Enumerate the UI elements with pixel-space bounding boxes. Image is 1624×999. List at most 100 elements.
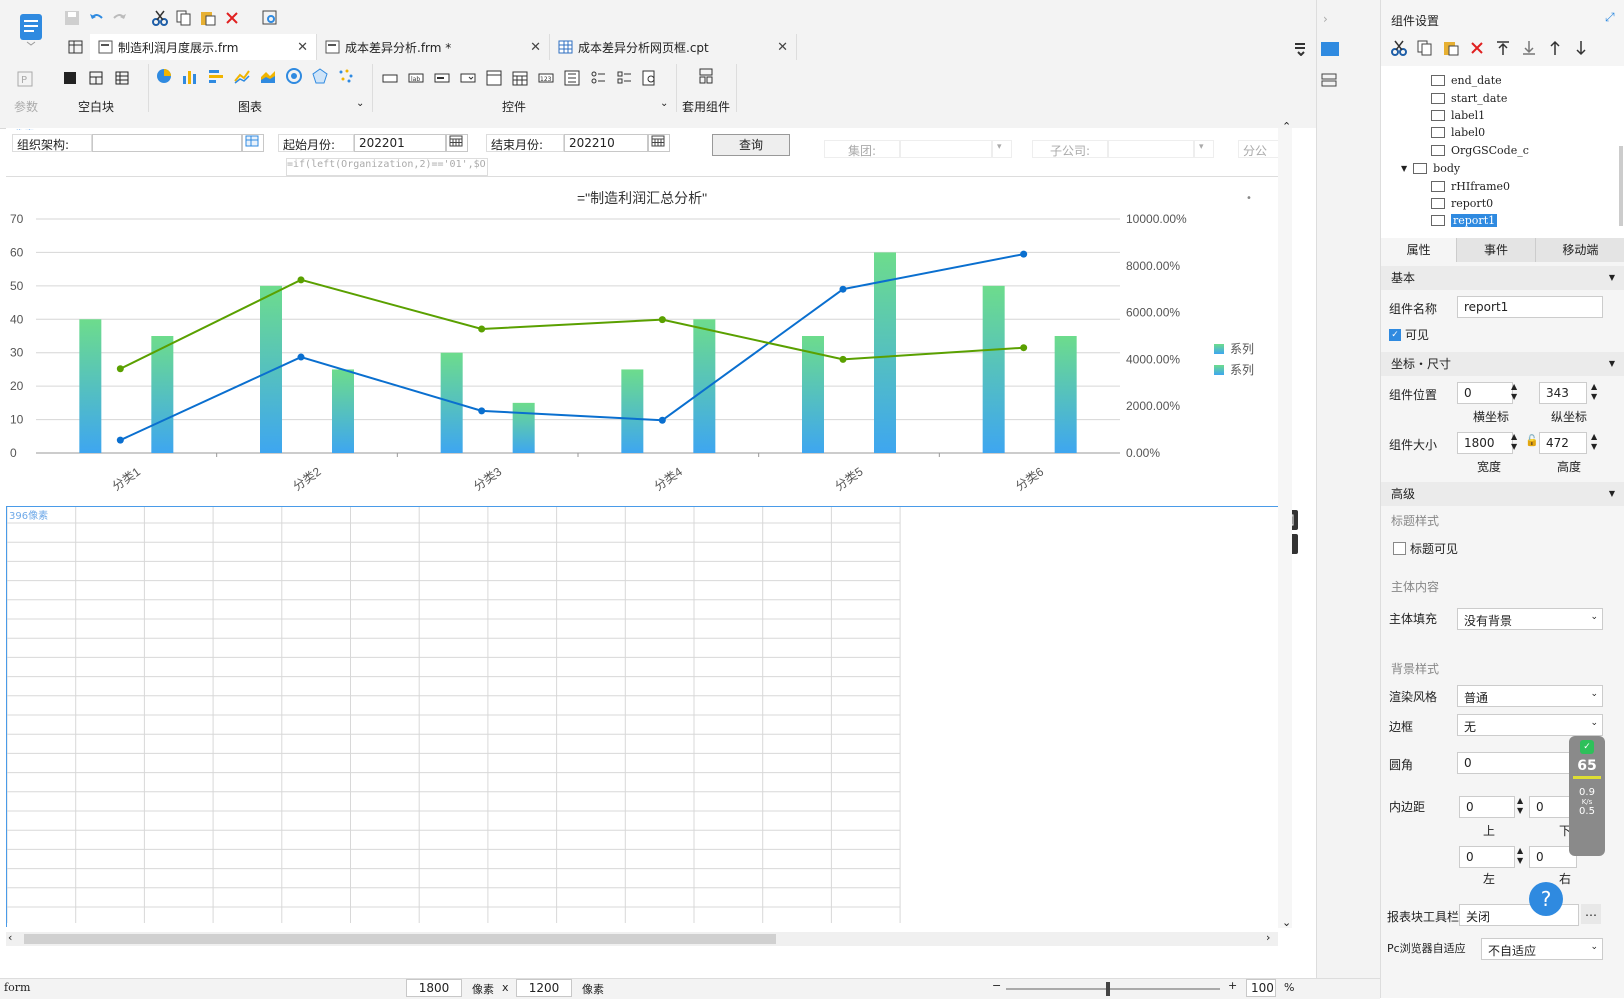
paste-icon[interactable]	[1443, 40, 1459, 56]
main-fill-select[interactable]: 没有背景 ⌄	[1457, 608, 1603, 630]
cut-icon[interactable]	[1391, 40, 1407, 56]
gauge-chart-icon[interactable]	[286, 68, 302, 84]
number-widget-icon[interactable]	[434, 70, 450, 86]
dropdown-arrow-icon[interactable]: ⌄	[1590, 718, 1598, 728]
tab-file-3[interactable]: 成本差异分析网页框.cpt ✕	[550, 34, 797, 60]
pos-y-spinner-icon[interactable]: ▲ ▼	[1591, 382, 1597, 402]
preview-icon[interactable]	[262, 10, 278, 26]
collapse-icon[interactable]: ▼	[1609, 482, 1615, 506]
redo-icon[interactable]	[112, 10, 128, 26]
tree-item-report1[interactable]: report1	[1431, 214, 1498, 227]
param-icon[interactable]: P	[16, 70, 40, 90]
combobox-widget-icon[interactable]	[460, 70, 476, 86]
title-visible-checkbox[interactable]	[1393, 542, 1406, 555]
zoom-out-icon[interactable]: −	[992, 979, 1001, 992]
date-widget-icon[interactable]	[512, 70, 528, 86]
start-month-input[interactable]: 202201	[354, 134, 446, 152]
close-tab-icon[interactable]: ✕	[530, 40, 541, 55]
move-top-icon[interactable]	[1495, 40, 1511, 56]
horizontal-scroll-thumb[interactable]	[24, 934, 776, 944]
radar-chart-icon[interactable]	[312, 68, 328, 84]
subsidiary-combo[interactable]	[1108, 140, 1194, 158]
expand-arrow-icon[interactable]: ▼	[1401, 164, 1407, 173]
canvas-height-input[interactable]: 1200	[516, 979, 572, 997]
widget-more-icon[interactable]: ⌄	[660, 98, 668, 109]
vertical-scrollbar[interactable]	[1278, 128, 1292, 928]
height-input[interactable]: 472	[1539, 432, 1587, 454]
end-calendar-icon[interactable]	[648, 134, 670, 152]
render-style-select[interactable]: 普通 ⌄	[1457, 685, 1603, 707]
scroll-down-icon[interactable]: ⌄	[1282, 916, 1291, 929]
section-basic[interactable]: 基本 ▼	[1381, 266, 1624, 290]
tree-item-orggscode[interactable]: OrgGSCode_c	[1431, 144, 1529, 157]
pad-top-spinner-icon[interactable]: ▲ ▼	[1517, 796, 1523, 816]
tree-item-end-date[interactable]: end_date	[1431, 74, 1502, 87]
app-menu-icon[interactable]	[18, 12, 44, 46]
tab-block-icon[interactable]	[88, 70, 104, 86]
report0-chart[interactable]: ="制造利润汇总分析" 0 10 20 30 40 50 60 70 0.00% 2000.00% 4…	[6, 176, 1278, 507]
more-options-icon[interactable]: …	[1581, 904, 1601, 924]
canvas-width-input[interactable]: 1800	[406, 979, 462, 997]
start-calendar-icon[interactable]	[446, 134, 468, 152]
template-component-icon[interactable]	[698, 68, 714, 84]
zoom-slider[interactable]	[1006, 988, 1220, 990]
tree-item-label1[interactable]: label1	[1431, 109, 1485, 122]
component-settings-icon[interactable]	[1321, 42, 1339, 56]
org-tree-button[interactable]	[242, 134, 264, 152]
tree-item-rhiframe0[interactable]: rHIframe0	[1431, 180, 1510, 193]
dropdown-arrow-icon[interactable]: ⌄	[1590, 689, 1598, 699]
pin-icon[interactable]: ⤢	[1605, 10, 1615, 25]
width-spinner-icon[interactable]: ▲ ▼	[1511, 432, 1517, 452]
copy-icon[interactable]	[176, 10, 192, 26]
end-month-input[interactable]: 202210	[564, 134, 648, 152]
move-bottom-icon[interactable]	[1521, 40, 1537, 56]
pos-x-input[interactable]: 0	[1457, 382, 1513, 404]
hbar-chart-icon[interactable]	[208, 68, 224, 84]
move-down-icon[interactable]	[1573, 40, 1589, 56]
pos-x-spinner-icon[interactable]: ▲ ▼	[1511, 382, 1517, 402]
tab-mobile[interactable]: 移动端	[1534, 238, 1624, 262]
query-button[interactable]: 查询	[712, 134, 790, 156]
subsidiary-combo-arrow-icon[interactable]: ▾	[1194, 140, 1214, 158]
border-select[interactable]: 无 ⌄	[1457, 714, 1603, 736]
dropdown-arrow-icon[interactable]: ⌄	[1590, 612, 1598, 622]
group-combo[interactable]	[900, 140, 992, 158]
textbox-widget-icon[interactable]	[382, 70, 398, 86]
pad-left-input[interactable]: 0	[1459, 846, 1515, 868]
design-canvas[interactable]: 0像素 ⌃ 组织架构: 起始月份: 202201 结束月份: 202210 查询…	[6, 120, 1316, 964]
tree-item-start-date[interactable]: start_date	[1431, 92, 1507, 105]
close-tab-icon[interactable]: ✕	[297, 40, 308, 55]
pad-left-spinner-icon[interactable]: ▲ ▼	[1517, 846, 1523, 866]
blank-block-icon[interactable]	[62, 70, 78, 86]
width-input[interactable]: 1800	[1457, 432, 1513, 454]
collapse-icon[interactable]: ▼	[1609, 352, 1615, 376]
undo-icon[interactable]	[88, 10, 104, 26]
visible-checkbox[interactable]: ✓	[1389, 328, 1401, 341]
height-spinner-icon[interactable]: ▲ ▼	[1591, 432, 1597, 452]
collapse-arrow-icon[interactable]: ›	[1323, 12, 1328, 26]
cut-icon[interactable]	[152, 10, 168, 26]
zoom-in-icon[interactable]: +	[1228, 979, 1237, 992]
pos-y-input[interactable]: 343	[1539, 382, 1587, 404]
zoom-input[interactable]: 100	[1246, 979, 1276, 997]
toolbar-select[interactable]: 关闭	[1459, 904, 1579, 926]
dropdown-arrow-icon[interactable]: ⌄	[1590, 942, 1598, 952]
tree-widget-icon[interactable]	[564, 70, 580, 86]
tree-scrollbar[interactable]	[1619, 146, 1623, 226]
tree-item-body[interactable]: ▼ body	[1401, 162, 1460, 175]
scroll-left-icon[interactable]: ‹	[8, 931, 12, 944]
grid-menu-icon[interactable]	[68, 39, 84, 55]
scroll-right-icon[interactable]: ›	[1266, 931, 1270, 944]
paste-icon[interactable]	[200, 10, 216, 26]
search-widget-icon[interactable]	[642, 70, 658, 86]
area-chart-icon[interactable]	[260, 68, 276, 84]
section-advanced[interactable]: 高级 ▼	[1381, 482, 1624, 506]
numeric-widget-icon[interactable]: 123	[538, 70, 554, 86]
line-chart-icon[interactable]	[234, 68, 250, 84]
lock-ratio-icon[interactable]: 🔓	[1525, 434, 1539, 447]
tab-file-1[interactable]: 制造利润月度展示.frm ✕	[90, 34, 317, 60]
horizontal-scrollbar[interactable]: ‹ ›	[6, 931, 1278, 946]
pad-top-input[interactable]: 0	[1459, 796, 1515, 818]
close-tab-icon[interactable]: ✕	[777, 40, 788, 55]
tab-events[interactable]: 事件	[1456, 238, 1535, 262]
